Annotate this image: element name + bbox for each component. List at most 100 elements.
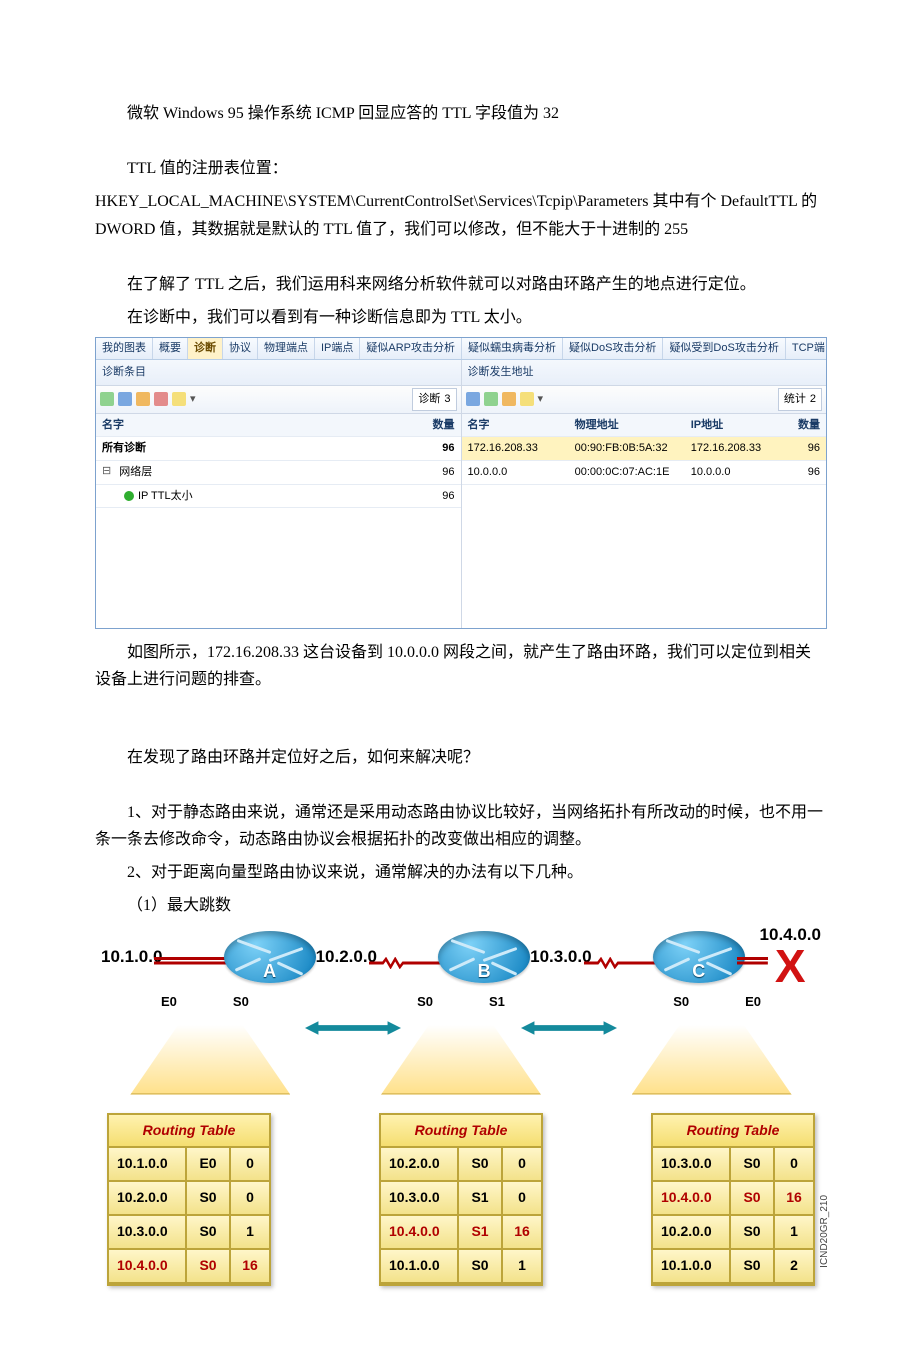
addr-name: 10.0.0.0	[468, 463, 575, 482]
update-arrow-icon	[305, 1017, 401, 1031]
addr-row[interactable]: 172.16.208.3300:90:FB:0B:5A:32172.16.208…	[462, 437, 827, 461]
routing-row: 10.3.0.0S01	[109, 1216, 269, 1250]
routing-row: 10.4.0.0S116	[381, 1216, 541, 1250]
toolbar-icon[interactable]	[484, 392, 498, 406]
dropdown-icon[interactable]: ▾	[190, 390, 196, 409]
port-b-left: S0	[417, 991, 433, 1013]
diag-tab[interactable]: 疑似DoS攻击分析	[563, 338, 663, 359]
addr-row[interactable]: 10.0.0.000:00:0C:07:AC:1E10.0.0.096	[462, 461, 827, 485]
diag-row-qty: 96	[409, 463, 455, 482]
net-label-2: 10.3.0.0	[530, 943, 591, 972]
router-c-label: C	[692, 956, 705, 987]
route-net: 10.1.0.0	[109, 1148, 187, 1182]
route-hop: 0	[231, 1148, 269, 1182]
route-if: E0	[187, 1148, 231, 1182]
refresh-icon[interactable]	[172, 392, 186, 406]
diag-row-qty: 96	[409, 439, 455, 458]
toolbar-icon[interactable]	[136, 392, 150, 406]
diag-tab[interactable]: TCP端口扫描	[786, 338, 826, 359]
col-qty[interactable]: 数量	[780, 416, 820, 435]
diag-tab[interactable]: 物理端点	[258, 338, 315, 359]
diag-tab[interactable]: 协议	[223, 338, 258, 359]
para-p5: 在诊断中，我们可以看到有一种诊断信息即为 TTL 太小。	[95, 304, 825, 331]
route-hop: 16	[503, 1216, 541, 1250]
routing-row: 10.2.0.0S01	[653, 1216, 813, 1250]
routing-table: Routing Table10.2.0.0S0010.3.0.0S1010.4.…	[379, 1113, 543, 1286]
route-if: S0	[187, 1182, 231, 1216]
route-hop: 0	[503, 1148, 541, 1182]
route-hop: 1	[231, 1216, 269, 1250]
left-title: 诊断条目	[96, 360, 461, 386]
para-p1: 微软 Windows 95 操作系统 ICMP 回显应答的 TTL 字段值为 3…	[95, 100, 825, 127]
routing-table-header: Routing Table	[109, 1115, 269, 1149]
para-p2: TTL 值的注册表位置：	[95, 155, 825, 182]
col-ip[interactable]: IP地址	[691, 416, 780, 435]
addr-name: 172.16.208.33	[468, 439, 575, 458]
topology-diagram: 10.1.0.0 A 10.2.0.0 B 10.3.0.0 C 10.4.0.…	[95, 926, 827, 1286]
diag-tab[interactable]: 概要	[153, 338, 188, 359]
diag-tab[interactable]: 我的图表	[96, 338, 153, 359]
net-label-0: 10.1.0.0	[101, 943, 162, 972]
addr-ip: 172.16.208.33	[691, 439, 780, 458]
diag-row[interactable]: 所有诊断96	[96, 437, 461, 461]
addr-mac: 00:90:FB:0B:5A:32	[575, 439, 691, 458]
left-chip-value: 3	[444, 390, 450, 409]
tree-collapse-icon[interactable]: ⊟	[102, 463, 111, 482]
port-c-left: S0	[673, 991, 689, 1013]
col-name[interactable]: 名字	[468, 416, 575, 435]
route-if: S0	[731, 1182, 775, 1216]
port-a-right: S0	[233, 991, 249, 1013]
route-if: S0	[187, 1216, 231, 1250]
left-chip-label: 诊断	[418, 390, 440, 409]
route-hop: 1	[503, 1250, 541, 1284]
route-hop: 0	[775, 1148, 813, 1182]
route-hop: 1	[775, 1216, 813, 1250]
toolbar-icon[interactable]	[466, 392, 480, 406]
diag-tab[interactable]: 诊断	[188, 338, 223, 359]
routing-row: 10.3.0.0S10	[381, 1182, 541, 1216]
addr-qty: 96	[780, 463, 820, 482]
refresh-icon[interactable]	[520, 392, 534, 406]
broadcast-cone-icon	[632, 1025, 792, 1095]
route-net: 10.3.0.0	[381, 1182, 459, 1216]
para-p3: HKEY_LOCAL_MACHINE\SYSTEM\CurrentControl…	[95, 188, 825, 242]
route-if: S0	[731, 1250, 775, 1284]
diag-row[interactable]: IP TTL太小96	[96, 485, 461, 509]
routing-table-header: Routing Table	[653, 1115, 813, 1149]
link-down-icon: X	[775, 943, 806, 989]
figure-code: ICND20GR_210	[816, 1195, 833, 1268]
port-a-left: E0	[161, 991, 177, 1013]
diag-tab[interactable]: 疑似ARP攻击分析	[360, 338, 462, 359]
col-mac[interactable]: 物理地址	[575, 416, 691, 435]
route-net: 10.2.0.0	[653, 1216, 731, 1250]
diag-row-name: 所有诊断	[102, 439, 409, 458]
dropdown-icon[interactable]: ▾	[538, 390, 544, 409]
right-toolbar: ▾ 统计 2	[462, 386, 827, 414]
route-hop: 16	[231, 1250, 269, 1284]
left-toolbar: ▾ 诊断 3	[96, 386, 461, 414]
diag-row[interactable]: ⊟网络层96	[96, 461, 461, 485]
toolbar-icon[interactable]	[502, 392, 516, 406]
addr-qty: 96	[780, 439, 820, 458]
toolbar-icon[interactable]	[118, 392, 132, 406]
routing-row: 10.1.0.0S01	[381, 1250, 541, 1284]
route-net: 10.1.0.0	[653, 1250, 731, 1284]
col-name[interactable]: 名字	[102, 416, 409, 435]
route-net: 10.4.0.0	[109, 1250, 187, 1284]
toolbar-icon[interactable]	[154, 392, 168, 406]
right-chip-value: 2	[810, 390, 816, 409]
diag-tab[interactable]: IP端点	[315, 338, 360, 359]
right-chip-label: 统计	[784, 390, 806, 409]
route-net: 10.4.0.0	[381, 1216, 459, 1250]
addr-mac: 00:00:0C:07:AC:1E	[575, 463, 691, 482]
routing-row: 10.4.0.0S016	[109, 1250, 269, 1284]
net-label-1: 10.2.0.0	[316, 943, 377, 972]
toolbar-icon[interactable]	[100, 392, 114, 406]
router-c: C	[653, 931, 745, 983]
port-c-right: E0	[745, 991, 761, 1013]
diag-tab[interactable]: 疑似受到DoS攻击分析	[663, 338, 785, 359]
para-p4: 在了解了 TTL 之后，我们运用科来网络分析软件就可以对路由环路产生的地点进行定…	[95, 271, 825, 298]
route-if: S0	[459, 1250, 503, 1284]
diag-tab[interactable]: 疑似蠕虫病毒分析	[462, 338, 563, 359]
col-qty[interactable]: 数量	[409, 416, 455, 435]
